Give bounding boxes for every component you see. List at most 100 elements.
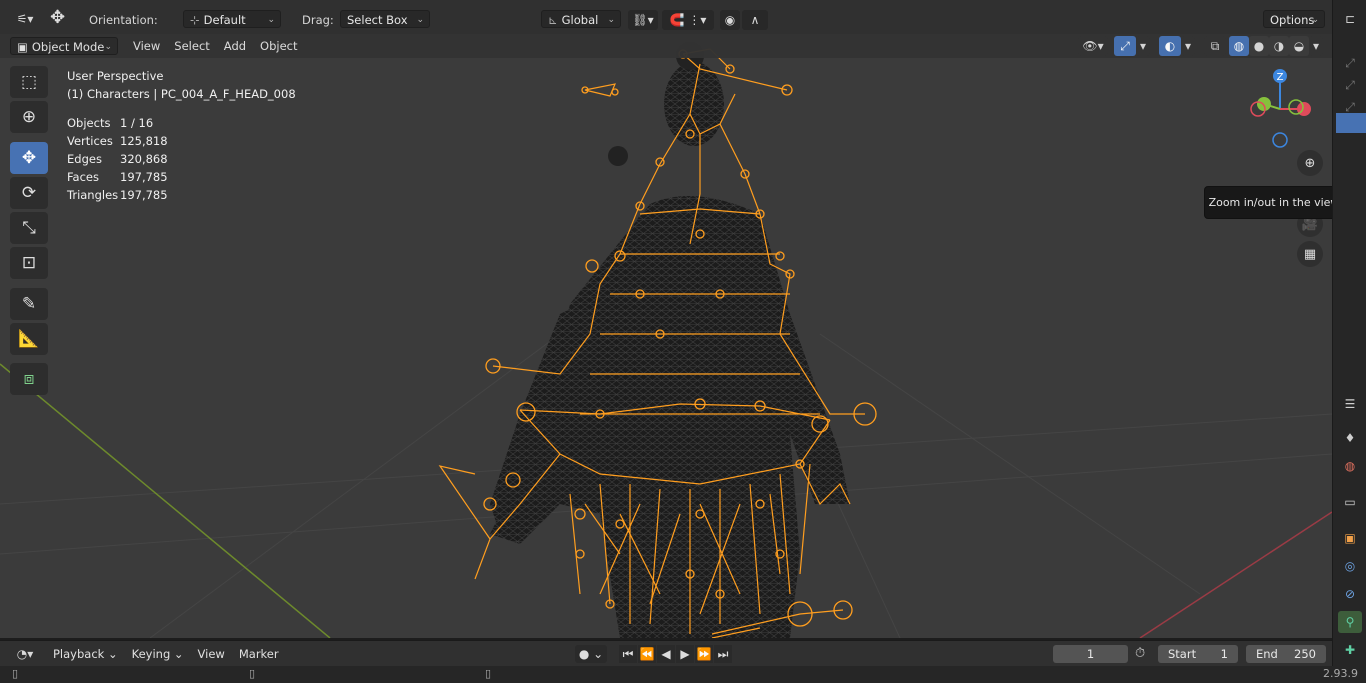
rendered-shading-icon[interactable]: ◒ [1289,36,1309,56]
falloff-icon[interactable]: ∧ [742,10,768,30]
mode-dropdown[interactable]: ▣ Object Mode ⌄ [10,37,118,55]
shading-menu-chevron-icon[interactable]: ▾ [1309,36,1323,56]
stat-edges: Edges 320,868 [67,152,168,166]
viewport-info: User Perspective (1) Characters | PC_004… [67,67,296,204]
orientation-dropdown[interactable]: ⊹ Default ⌄ [183,10,281,28]
transform-pivot-icon[interactable]: ✥ [50,7,65,28]
pivot-point-icon[interactable]: ⛓▾ [628,10,658,30]
viewport-header: ▣ Object Mode ⌄ View Select Add Object 👁▾ … [0,34,1332,58]
armature-properties-icon[interactable]: ⚲ [1338,611,1362,633]
preview-range-icon[interactable]: ⏱ [1135,646,1145,661]
measure-icon[interactable]: 📐 [10,323,48,355]
drag-value: Select Box [347,13,408,27]
drag-label: Drag: [302,13,334,27]
perspective-toggle-icon[interactable]: ▦ [1297,241,1323,267]
options-label: Options [1270,13,1315,27]
snap-icon[interactable]: 🧲 ⋮▾ [662,10,714,30]
navigation-gizmo[interactable]: Z [1240,64,1320,154]
visibility-icon[interactable]: 👁▾ [1078,36,1108,56]
play-reverse-icon[interactable]: ◀ [657,645,675,663]
annotate-icon[interactable]: ✎ [10,288,48,320]
tooltip-text: Zoom in/out in the view [1208,196,1332,209]
menu-select[interactable]: Select [167,36,216,56]
orientation-icon: ⊹ [190,13,200,27]
menu-add[interactable]: Add [217,36,253,56]
drag-dropdown[interactable]: Select Box ⌄ [340,10,430,28]
gizmo-z-label: Z [1277,72,1284,83]
transform-space-value: Global [561,13,599,27]
render-properties-icon[interactable]: ♦ [1338,427,1362,449]
editor-type-icon[interactable]: ⚟▾ [10,9,40,29]
stat-objects: Objects 1 / 16 [67,116,154,130]
zoom-icon[interactable]: ⊕ [1297,150,1323,176]
transform-icon[interactable]: ⊡ [10,247,48,279]
world-properties-icon[interactable]: ◍ [1338,455,1362,477]
material-shading-icon[interactable]: ◑ [1269,36,1289,56]
solid-shading-icon[interactable]: ● [1249,36,1269,56]
rotate-icon[interactable]: ⟳ [10,177,48,209]
menu-playback[interactable]: Playback ⌄ [46,644,125,664]
mouse-left-icon: ▯ [12,667,19,680]
collection-properties-icon[interactable]: ▭ [1338,491,1362,513]
menu-view[interactable]: View [126,36,167,56]
tool-properties-icon[interactable]: ☰ [1338,393,1362,415]
scale-icon[interactable]: ⤡ [10,212,48,244]
object-properties-icon[interactable]: ▣ [1338,527,1362,549]
viewport-menus: View Select Add Object [126,36,305,56]
gizmo-y-axis[interactable] [1257,97,1271,111]
selected-row-highlight [1336,113,1366,133]
current-frame-field[interactable]: 1 [1053,645,1128,663]
x-axis-line [1139,511,1332,638]
play-icon[interactable]: ▶ [676,645,694,663]
gizmo-menu-chevron-icon[interactable]: ▾ [1136,36,1150,56]
select-box-icon[interactable]: ⬚ [10,66,48,98]
transform-space-icon: ⊾ [548,13,558,27]
jump-next-keyframe-icon[interactable]: ⏩ [695,645,713,663]
overlays-toggle-icon[interactable]: ◐ [1159,36,1181,56]
move-icon[interactable]: ✥ [10,142,48,174]
pin-icon: ⤢ [1345,55,1355,70]
mouse-right-icon: ▯ [485,667,492,680]
menu-timeline-view[interactable]: View [191,644,232,664]
constraints-properties-icon[interactable]: ⊘ [1338,583,1362,605]
options-dropdown[interactable]: Options ⌄ [1263,10,1325,28]
bone-properties-icon[interactable]: ✚ [1338,639,1362,661]
start-frame-field[interactable]: Start 1 [1158,645,1238,663]
timeline-header: ◔▾ Playback ⌄ Keying ⌄ View Marker ● ⌄ ⏮… [0,640,1332,667]
timeline-menus: Playback ⌄ Keying ⌄ View Marker [46,644,286,664]
3d-viewport[interactable]: ▣ Object Mode ⌄ View Select Add Object 👁▾ … [0,34,1332,638]
xray-toggle-icon[interactable]: ⧉ [1204,36,1226,56]
orientation-label: Orientation: [89,13,158,27]
end-frame-field[interactable]: End 250 [1246,645,1326,663]
menu-marker[interactable]: Marker [232,644,286,664]
gizmo-toggle-icon[interactable]: ⤢ [1114,36,1136,56]
object-mode-icon: ▣ [17,40,28,54]
mode-value: Object Mode [31,40,105,54]
view-name: User Perspective [67,69,164,83]
auto-keying-icon[interactable]: ● ⌄ [575,645,607,663]
pin-icon-2: ⤢ [1345,77,1355,92]
proportional-edit-icon[interactable]: ◉ [720,10,740,30]
cursor-icon[interactable]: ⊕ [10,101,48,133]
gizmo-neg-z-axis[interactable] [1272,132,1288,148]
jump-start-icon[interactable]: ⏮ [619,645,637,663]
transform-space-dropdown[interactable]: ⊾ Global ⌄ [541,10,621,28]
collection-object-name: (1) Characters | PC_004_A_F_HEAD_008 [67,87,296,101]
status-bar: ▯ ▯ ▯ 2.93.9 [0,666,1366,683]
properties-strip: ⊏ ⤢ ⤢ ⤢ ☰ ♦ ◍ ▭ ▣ ◎ ⊘ ⚲ ✚ [1332,0,1366,683]
jump-end-icon[interactable]: ⏭ [714,645,732,663]
stat-faces: Faces 197,785 [67,170,168,184]
add-cube-icon[interactable]: ⧈ [10,363,48,395]
wireframe-shading-icon[interactable]: ◍ [1229,36,1249,56]
menu-object[interactable]: Object [253,36,304,56]
stat-triangles: Triangles 197,785 [67,188,168,202]
menu-keying[interactable]: Keying ⌄ [125,644,191,664]
physics-properties-icon[interactable]: ◎ [1338,555,1362,577]
timeline-editor-icon[interactable]: ◔▾ [10,644,40,664]
mouse-middle-icon: ▯ [249,667,256,680]
orientation-value: Default [203,13,246,27]
jump-prev-keyframe-icon[interactable]: ⏪ [638,645,656,663]
outliner-icon[interactable]: ⊏ [1338,8,1362,30]
version-text: 2.93.9 [1323,667,1358,680]
overlays-menu-chevron-icon[interactable]: ▾ [1181,36,1195,56]
